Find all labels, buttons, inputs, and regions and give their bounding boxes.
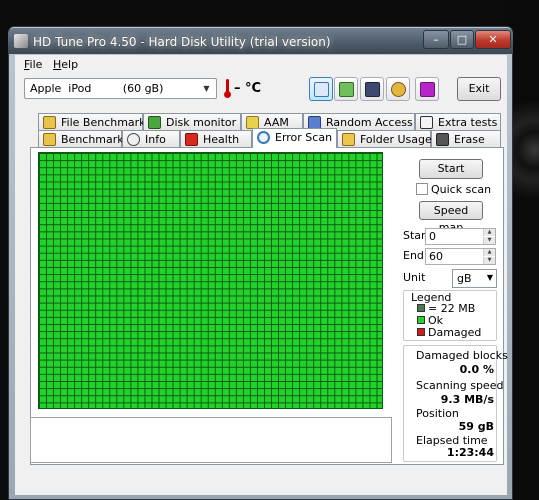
download-button[interactable] <box>415 77 439 101</box>
status-bar <box>15 469 507 495</box>
damaged-swatch <box>417 328 425 336</box>
quick-scan-checkbox[interactable] <box>416 183 428 195</box>
app-icon <box>14 34 28 48</box>
menu-help[interactable]: Help <box>53 58 78 71</box>
menu-bar: File Help <box>15 56 507 74</box>
position-label: Position <box>416 407 459 420</box>
copy-icon <box>314 82 329 97</box>
trash-icon <box>436 133 449 146</box>
end-spinner[interactable]: 60 ▲ ▼ <box>425 248 496 265</box>
scanning-speed-label: Scanning speed <box>416 379 504 392</box>
tab-erase[interactable]: Erase <box>431 130 501 148</box>
save-button[interactable] <box>360 77 384 101</box>
unit-label: Unit <box>403 271 426 284</box>
elapsed-time-value: 1:23:44 <box>446 446 494 459</box>
folder-icon <box>342 133 355 146</box>
menu-file[interactable]: File <box>24 58 42 71</box>
floppy-disk-icon <box>365 82 380 97</box>
tab-extra-tests[interactable]: Extra tests <box>415 113 501 131</box>
minimize-button[interactable]: – <box>423 30 449 49</box>
drive-select-value: Apple iPod (60 gB) <box>30 82 164 95</box>
drive-select[interactable]: Apple iPod (60 gB) ▼ <box>24 78 217 99</box>
gears-icon <box>391 82 406 97</box>
benchmark-icon <box>43 116 56 129</box>
tab-error-scan[interactable]: Error Scan <box>252 128 337 148</box>
magnifier-icon <box>257 131 270 144</box>
unit-value: gB <box>457 272 472 285</box>
legend-damaged: Damaged <box>428 326 482 339</box>
copy-green-icon <box>339 82 354 97</box>
spin-down-icon[interactable]: ▼ <box>483 237 495 244</box>
maximize-button[interactable]: □ <box>450 30 474 49</box>
ok-swatch <box>417 316 425 324</box>
block-map <box>38 152 383 409</box>
window-title: HD Tune Pro 4.50 - Hard Disk Utility (tr… <box>33 35 331 49</box>
tab-benchmark[interactable]: Benchmark <box>38 130 124 148</box>
extra-tests-icon <box>420 116 433 129</box>
info-icon <box>127 133 140 146</box>
spin-up-icon[interactable]: ▲ <box>483 249 495 256</box>
tab-folder-usage[interactable]: Folder Usage <box>337 130 432 148</box>
end-label: End <box>403 249 424 262</box>
end-value: 60 <box>429 250 443 263</box>
damaged-blocks-label: Damaged blocks <box>416 349 508 362</box>
tab-file-benchmark[interactable]: File Benchmark <box>38 113 146 131</box>
benchmark-icon <box>43 133 56 146</box>
speed-map-button[interactable]: Speed map <box>419 201 483 234</box>
position-value: 59 gB <box>458 420 494 433</box>
tab-info[interactable]: Info <box>122 130 180 148</box>
block-size-swatch <box>417 304 425 312</box>
tab-disk-monitor[interactable]: Disk monitor <box>143 113 241 131</box>
thermometer-icon <box>224 79 231 98</box>
exit-button[interactable]: Exit <box>457 77 501 101</box>
chart-icon <box>148 116 161 129</box>
start-value: 0 <box>429 230 436 243</box>
copy-text-button[interactable] <box>334 77 358 101</box>
tab-health[interactable]: Health <box>180 130 252 148</box>
chevron-down-icon: ▼ <box>486 273 493 282</box>
chevron-down-icon: ▼ <box>203 84 210 93</box>
copy-info-button[interactable] <box>309 77 333 101</box>
close-button[interactable]: ✕ <box>475 30 511 49</box>
spin-down-icon[interactable]: ▼ <box>483 257 495 264</box>
start-button[interactable]: Start <box>419 159 483 179</box>
unit-select[interactable]: gB ▼ <box>452 269 497 288</box>
quick-scan-label: Quick scan <box>431 183 492 196</box>
health-cross-icon <box>185 133 198 146</box>
options-button[interactable] <box>386 77 410 101</box>
download-arrow-icon <box>420 82 435 97</box>
log-area <box>30 417 392 463</box>
scanning-speed-value: 9.3 MB/s <box>440 393 494 406</box>
start-spinner[interactable]: 0 ▲ ▼ <box>425 228 496 245</box>
damaged-blocks-value: 0.0 % <box>459 363 494 376</box>
spin-up-icon[interactable]: ▲ <box>483 229 495 236</box>
temperature-readout: – °C <box>234 81 262 96</box>
